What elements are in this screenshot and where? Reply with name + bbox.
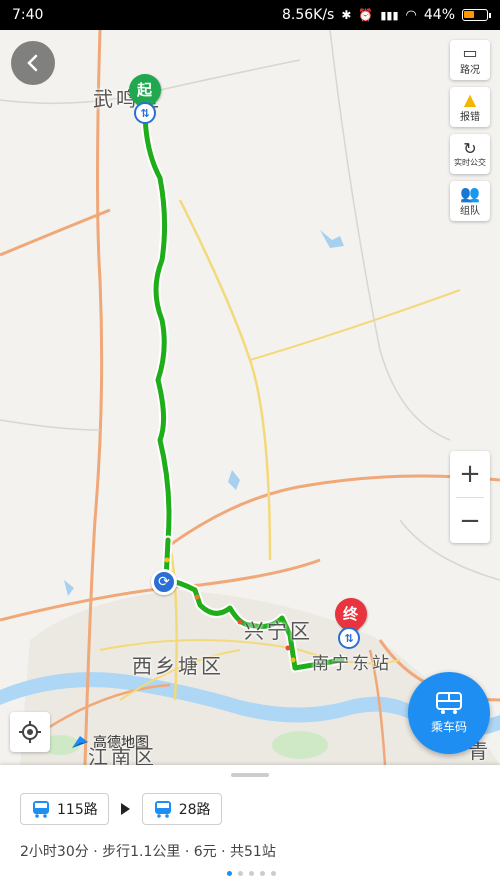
zoom-out-button[interactable]: − [450, 498, 490, 544]
route-legs: 115路 28路 [20, 793, 222, 825]
route-leg-chip[interactable]: 115路 [20, 793, 109, 825]
team-icon: 👥 [460, 184, 480, 203]
battery-icon [462, 9, 491, 21]
battery-percent: 44% [423, 7, 455, 23]
zoom-control: + − [450, 451, 490, 543]
route-panel[interactable]: 115路 28路 2小时30分 · 步行1.1公里 · 6元 · 共51站 [0, 765, 500, 889]
status-time: 7:40 [12, 7, 44, 23]
traffic-label: 路况 [460, 65, 480, 76]
page-dot[interactable] [249, 871, 254, 876]
map-view[interactable]: 武鸣区 西乡塘区 兴宁区 南宁东站 江南区 青秀 起 ⇅ ⟳ 终 ⇅ [0, 30, 500, 765]
start-marker-label: 起 [137, 81, 153, 99]
realtime-bus-button[interactable]: ↻ 实时公交 [450, 134, 490, 174]
chevron-left-icon [27, 54, 38, 72]
district-label-xixiangtang: 西乡塘区 [132, 654, 224, 678]
map-canvas [0, 30, 500, 765]
zoom-in-button[interactable]: + [450, 451, 490, 497]
back-button[interactable] [11, 41, 55, 85]
route-fare: 6元 [193, 844, 217, 860]
report-label: 报错 [460, 112, 480, 123]
summary-separator: · [184, 844, 190, 860]
wifi-icon: ◠ [405, 7, 417, 23]
summary-separator: · [221, 844, 226, 860]
drag-handle[interactable] [231, 773, 269, 777]
page-indicator [227, 871, 276, 876]
ride-code-label: 乘车码 [430, 720, 467, 734]
refresh-icon: ↻ [463, 139, 477, 158]
amap-logo-icon [72, 736, 88, 748]
station-label-nanning-east: 南宁东站 [312, 654, 392, 674]
status-bar: 7:40 8.56K/s ✱ ⏰ ▮▮▮ ◠ 44% [0, 0, 500, 30]
page-dot[interactable] [227, 871, 232, 876]
realtime-bus-label: 实时公交 [454, 158, 486, 167]
report-button[interactable]: ▲ 报错 [450, 87, 490, 127]
page-dot[interactable] [271, 871, 276, 876]
signal-icon: ▮▮▮ [380, 8, 399, 22]
traffic-button[interactable]: ▭ 路况 [450, 40, 490, 80]
route-duration: 2小时30分 [20, 844, 89, 860]
alarm-icon: ⏰ [358, 8, 374, 22]
ride-code-button[interactable]: 乘车码 [408, 672, 490, 754]
team-label: 组队 [460, 206, 480, 217]
team-button[interactable]: 👥 组队 [450, 181, 490, 221]
transfer-icon[interactable]: ⟳ [151, 569, 177, 595]
locate-button[interactable] [10, 712, 50, 752]
page-dot[interactable] [260, 871, 265, 876]
transfer-arrow-icon [120, 803, 130, 815]
amap-logo: 高德地图 [70, 732, 149, 752]
route-summary: 2小时30分 · 步行1.1公里 · 6元 · 共51站 [20, 841, 276, 861]
route-leg-chip[interactable]: 28路 [141, 793, 222, 825]
traffic-icon: ▭ [462, 43, 478, 62]
bus-icon [154, 801, 171, 818]
district-label-xingning: 兴宁区 [244, 619, 313, 643]
end-bus-stop-icon: ⇅ [338, 627, 360, 649]
crosshair-icon [19, 721, 41, 743]
bus-icon [33, 801, 49, 818]
page-dot[interactable] [238, 871, 243, 876]
bluetooth-icon: ✱ [341, 8, 352, 22]
route-stops: 共51站 [230, 844, 276, 860]
warning-icon: ▲ [463, 90, 477, 109]
map-tools: ▭ 路况 ▲ 报错 ↻ 实时公交 👥 组队 [450, 40, 490, 228]
route-walk: 步行1.1公里 [102, 844, 181, 860]
summary-separator: · [93, 844, 98, 860]
end-marker-label: 终 [343, 605, 359, 623]
bus-icon [436, 692, 462, 714]
amap-logo-text: 高德地图 [93, 735, 149, 751]
network-speed: 8.56K/s [281, 7, 335, 23]
route-leg-name: 28路 [178, 802, 211, 818]
start-bus-stop-icon: ⇅ [134, 102, 156, 124]
route-leg-name: 115路 [57, 802, 98, 818]
